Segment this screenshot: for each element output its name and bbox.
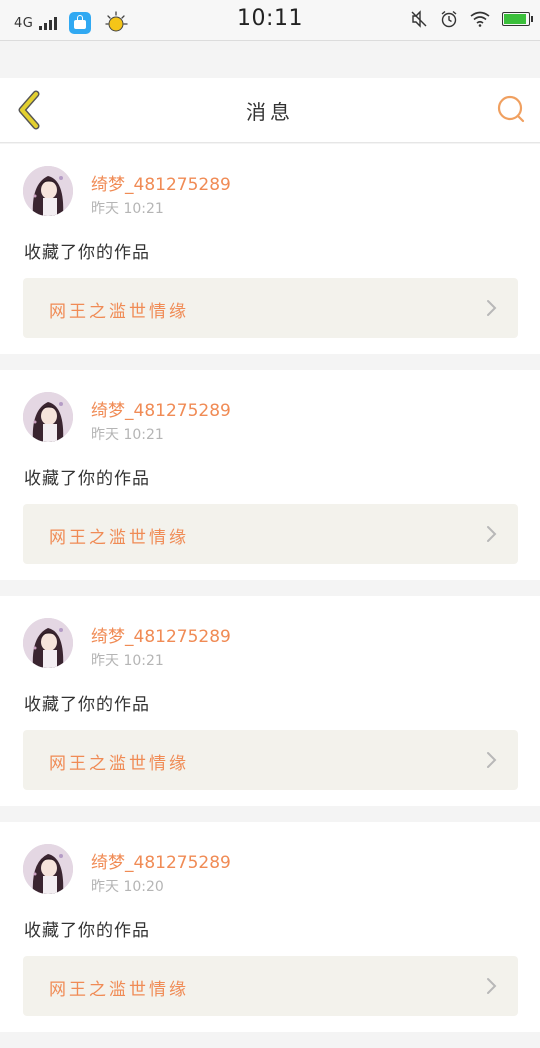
username[interactable]: 绮梦_481275289 — [91, 170, 231, 195]
avatar[interactable] — [23, 166, 73, 216]
avatar[interactable] — [23, 618, 73, 668]
chevron-right-icon — [487, 978, 497, 994]
app-header: 消息 — [0, 78, 540, 143]
avatar[interactable] — [23, 392, 73, 442]
work-title: 网王之滥世情缘 — [49, 980, 189, 1000]
message-card: 绮梦_481275289 昨天 10:20 收藏了你的作品 网王之滥世情缘 — [0, 822, 540, 1032]
work-link[interactable]: 网王之滥世情缘 — [23, 504, 518, 564]
alarm-icon — [441, 10, 457, 28]
chevron-right-icon — [487, 526, 497, 542]
work-title: 网王之滥世情缘 — [49, 302, 189, 322]
action-text: 收藏了你的作品 — [24, 243, 150, 263]
message-card: 绮梦_481275289 昨天 10:21 收藏了你的作品 网王之滥世情缘 — [0, 144, 540, 354]
message-card: 绮梦_481275289 昨天 10:21 收藏了你的作品 网王之滥世情缘 — [0, 370, 540, 580]
work-title: 网王之滥世情缘 — [49, 528, 189, 548]
search-button[interactable] — [496, 94, 526, 124]
search-icon — [497, 95, 525, 123]
chevron-right-icon — [487, 752, 497, 768]
work-title: 网王之滥世情缘 — [49, 754, 189, 774]
timestamp: 昨天 10:21 — [91, 653, 164, 669]
username[interactable]: 绮梦_481275289 — [91, 622, 231, 647]
battery-icon — [502, 12, 533, 26]
timestamp: 昨天 10:21 — [91, 427, 164, 443]
avatar-image — [23, 166, 73, 216]
timestamp: 昨天 10:20 — [91, 879, 164, 895]
avatar[interactable] — [23, 844, 73, 894]
page-title: 消息 — [246, 100, 294, 124]
status-bar: 4G 10:11 — [0, 0, 540, 41]
avatar-image — [23, 844, 73, 894]
work-link[interactable]: 网王之滥世情缘 — [23, 730, 518, 790]
work-link[interactable]: 网王之滥世情缘 — [23, 278, 518, 338]
chevron-right-icon — [487, 300, 497, 316]
message-card: 绮梦_481275289 昨天 10:21 收藏了你的作品 网王之滥世情缘 — [0, 596, 540, 806]
message-list: 绮梦_481275289 昨天 10:21 收藏了你的作品 网王之滥世情缘 绮梦… — [0, 144, 540, 1048]
mute-icon — [411, 10, 427, 28]
username[interactable]: 绮梦_481275289 — [91, 848, 231, 873]
work-link[interactable]: 网王之滥世情缘 — [23, 956, 518, 1016]
action-text: 收藏了你的作品 — [24, 469, 150, 489]
timestamp: 昨天 10:21 — [91, 201, 164, 217]
wifi-icon — [470, 11, 490, 27]
username[interactable]: 绮梦_481275289 — [91, 396, 231, 421]
action-text: 收藏了你的作品 — [24, 695, 150, 715]
avatar-image — [23, 392, 73, 442]
status-right — [410, 10, 533, 28]
action-text: 收藏了你的作品 — [24, 921, 150, 941]
avatar-image — [23, 618, 73, 668]
